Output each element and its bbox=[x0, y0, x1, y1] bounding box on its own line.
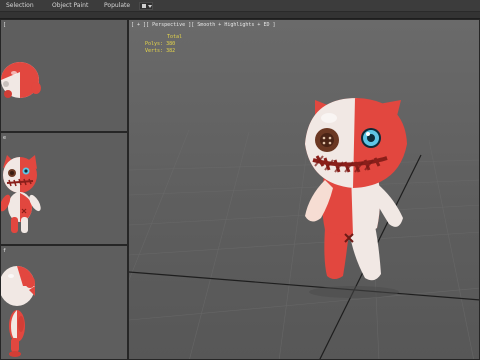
chevron-down-icon bbox=[148, 5, 152, 8]
ribbon-icon bbox=[142, 4, 146, 8]
front-view-model bbox=[1, 155, 41, 233]
viewport-perspective[interactable]: [ + ][ Perspective ][ Smooth + Highlight… bbox=[128, 19, 480, 360]
menu-item-object-paint[interactable]: Object Paint bbox=[52, 2, 88, 10]
left-view-model bbox=[1, 266, 35, 357]
viewport-label[interactable]: f bbox=[3, 248, 6, 254]
ribbon-dropdown[interactable] bbox=[139, 2, 153, 10]
viewport-label[interactable]: [ bbox=[3, 22, 6, 28]
viewport-left[interactable]: f bbox=[0, 245, 128, 360]
top-view-model bbox=[1, 62, 41, 98]
menu-bar: Selection Object Paint Populate bbox=[0, 0, 480, 12]
menu-item-populate[interactable]: Populate bbox=[104, 2, 130, 10]
toolbar-strip bbox=[0, 12, 480, 19]
menu-item-selection[interactable]: Selection bbox=[6, 2, 34, 10]
viewport-label[interactable]: e bbox=[3, 135, 6, 141]
viewport-top[interactable]: [ bbox=[0, 19, 128, 132]
viewport-front[interactable]: e bbox=[0, 132, 128, 245]
perspective-model bbox=[305, 98, 407, 298]
